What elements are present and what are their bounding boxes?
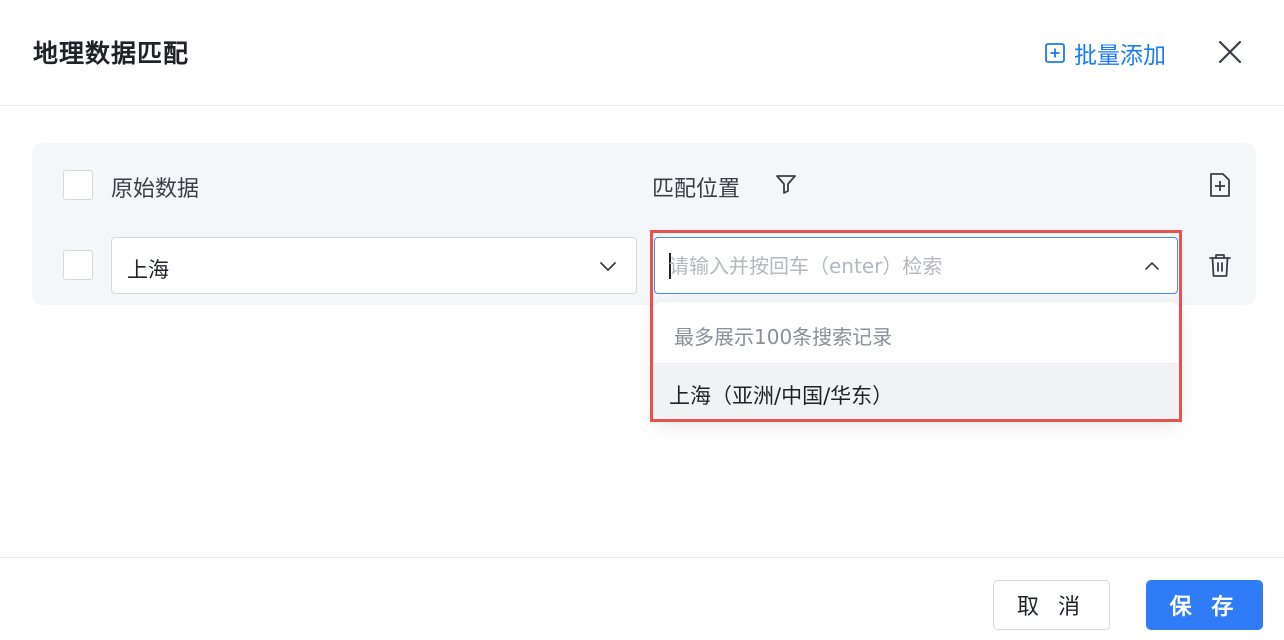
highlight-annotation <box>650 230 1182 422</box>
col-raw-data-header: 原始数据 <box>111 177 200 202</box>
batch-add-button[interactable]: 批量添加 <box>1044 36 1166 70</box>
raw-data-value: 上海 <box>127 258 169 282</box>
batch-add-label: 批量添加 <box>1074 43 1166 69</box>
raw-data-select[interactable]: 上海 <box>111 237 637 294</box>
trash-icon[interactable] <box>1208 252 1232 278</box>
save-button[interactable]: 保 存 <box>1146 580 1263 630</box>
cancel-button[interactable]: 取 消 <box>993 580 1110 630</box>
dialog-header: 地理数据匹配 批量添加 <box>0 0 1284 106</box>
filter-icon[interactable] <box>775 173 797 195</box>
add-row-icon[interactable] <box>1207 172 1233 198</box>
dialog-title: 地理数据匹配 <box>33 39 190 68</box>
col-match-location-header: 匹配位置 <box>652 177 741 202</box>
close-icon[interactable] <box>1216 38 1244 66</box>
chevron-down-icon <box>598 256 618 276</box>
select-all-checkbox[interactable] <box>63 170 93 200</box>
row-checkbox[interactable] <box>63 250 93 280</box>
add-square-icon <box>1044 42 1066 64</box>
